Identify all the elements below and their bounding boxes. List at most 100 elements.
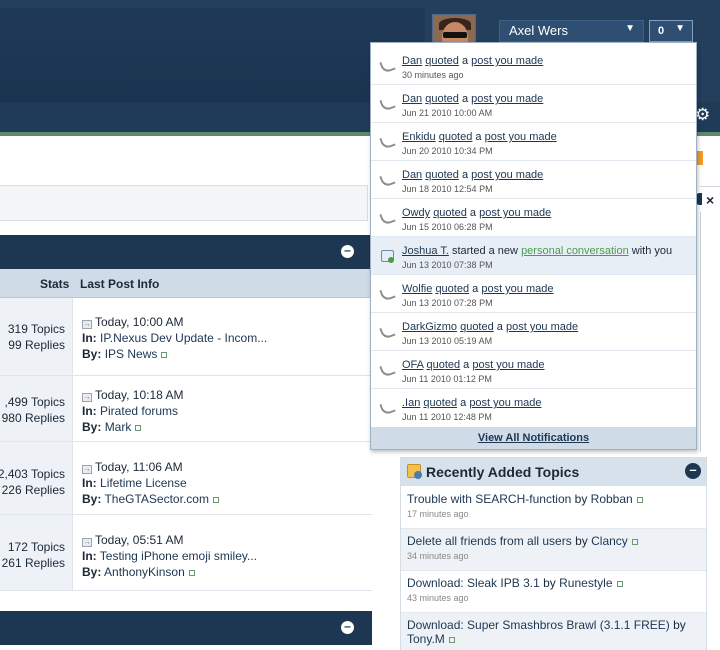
notification-object[interactable]: post you made: [471, 55, 543, 67]
last-post-topic[interactable]: IP.Nexus Dev Update - Incom...: [100, 331, 267, 345]
forum-row: 172 Topics 261 Replies → Today, 05:51 AM …: [0, 515, 372, 591]
gear-icon[interactable]: ⚙: [695, 105, 715, 125]
notification-object[interactable]: post you made: [506, 321, 578, 333]
arrow-right-icon[interactable]: →: [82, 393, 92, 402]
collapse-icon[interactable]: –: [341, 244, 354, 258]
notification-user[interactable]: DarkGizmo: [402, 321, 457, 333]
view-all-notifications-link[interactable]: View All Notifications: [371, 427, 696, 449]
topic-icon: [407, 464, 422, 479]
collapse-icon[interactable]: –: [341, 620, 354, 634]
recent-topic-user[interactable]: Tony.M: [407, 632, 445, 646]
in-label: In:: [82, 404, 97, 418]
last-post-user[interactable]: TheGTASector.com: [104, 492, 208, 506]
last-post-date[interactable]: Today, 10:00 AM: [95, 315, 184, 329]
notification-verb[interactable]: quoted: [439, 131, 473, 143]
notification-item[interactable]: .Ian quoted a post you made Jun 11 2010 …: [371, 389, 696, 427]
arrow-right-icon[interactable]: →: [82, 320, 92, 329]
recent-topic-user[interactable]: Runestyle: [559, 576, 612, 590]
last-post-user[interactable]: IPS News: [105, 347, 158, 361]
collapse-icon[interactable]: –: [685, 463, 701, 479]
replies-count: 261 Replies: [1, 556, 65, 570]
notification-user[interactable]: Dan: [402, 169, 422, 181]
recent-topic-title[interactable]: Download: Super Smashbros Brawl (3.1.1 F…: [407, 618, 670, 632]
external-link-icon[interactable]: [188, 570, 195, 576]
notification-user[interactable]: .Ian: [402, 397, 420, 409]
topics-count: 319 Topics: [7, 322, 65, 336]
notification-verb[interactable]: quoted: [433, 207, 467, 219]
notification-verb[interactable]: quoted: [423, 397, 457, 409]
notification-object[interactable]: post you made: [481, 283, 553, 295]
last-post-user[interactable]: AnthonyKinson: [104, 565, 185, 579]
in-label: In:: [82, 331, 97, 345]
last-post-date[interactable]: Today, 05:51 AM: [95, 533, 184, 547]
notification-verb: started a new: [451, 245, 518, 257]
notification-item[interactable]: Owdy quoted a post you made Jun 15 2010 …: [371, 199, 696, 237]
external-link-icon[interactable]: [448, 637, 455, 643]
notification-object[interactable]: post you made: [472, 359, 544, 371]
notification-user[interactable]: OFA: [402, 359, 423, 371]
notification-object[interactable]: personal conversation: [521, 245, 629, 257]
notification-user[interactable]: Wolfie: [402, 283, 432, 295]
notification-item[interactable]: Dan quoted a post you made Jun 21 2010 1…: [371, 85, 696, 123]
chevron-down-icon: ▼: [625, 23, 635, 34]
recent-topic-item: Download: Sleak IPB 3.1 by Runestyle 43 …: [401, 571, 706, 613]
external-link-icon[interactable]: [135, 425, 142, 431]
notification-object[interactable]: post you made: [485, 131, 557, 143]
notification-verb[interactable]: quoted: [425, 93, 459, 105]
notification-verb[interactable]: quoted: [425, 169, 459, 181]
notification-object[interactable]: post you made: [471, 93, 543, 105]
notification-user[interactable]: Owdy: [402, 207, 430, 219]
notification-verb[interactable]: quoted: [426, 359, 460, 371]
recent-topic-title[interactable]: Trouble with SEARCH-function: [407, 492, 571, 506]
external-link-icon[interactable]: [636, 497, 643, 503]
close-icon[interactable]: ×: [706, 192, 714, 208]
notification-user[interactable]: Enkidu: [402, 131, 436, 143]
last-post-user[interactable]: Mark: [105, 420, 132, 434]
notification-user[interactable]: Joshua T.: [402, 245, 449, 257]
recent-topic-user[interactable]: Clancy: [591, 534, 628, 548]
notification-verb[interactable]: quoted: [435, 283, 469, 295]
recent-topic-time: 17 minutes ago: [407, 509, 469, 519]
by-label: By:: [82, 420, 102, 434]
notification-time: Jun 11 2010 01:12 PM: [402, 374, 492, 384]
notification-item[interactable]: DarkGizmo quoted a post you made Jun 13 …: [371, 313, 696, 351]
recent-topic-user[interactable]: Robban: [591, 492, 633, 506]
in-label: In:: [82, 476, 97, 490]
notification-verb[interactable]: quoted: [425, 55, 459, 67]
notification-user[interactable]: Dan: [402, 55, 422, 67]
recent-topic-time: 43 minutes ago: [407, 593, 469, 603]
last-post-topic[interactable]: Testing iPhone emoji smiley...: [100, 549, 257, 563]
notification-joiner: a: [469, 283, 482, 295]
user-menu-button[interactable]: Axel Wers ▼: [499, 20, 644, 42]
last-post-info: → Today, 10:18 AM In: Pirated forums By: …: [82, 387, 368, 435]
external-link-icon[interactable]: [616, 581, 623, 587]
arrow-right-icon[interactable]: →: [82, 538, 92, 547]
notification-object[interactable]: post you made: [469, 397, 541, 409]
notification-item[interactable]: Wolfie quoted a post you made Jun 13 201…: [371, 275, 696, 313]
notifications-button[interactable]: 0 ▼: [649, 20, 693, 42]
notification-item[interactable]: Joshua T. started a new personal convers…: [371, 237, 696, 275]
last-post-date[interactable]: Today, 10:18 AM: [95, 388, 184, 402]
recent-topic-title[interactable]: Delete all friends from all users: [407, 534, 572, 548]
external-link-icon[interactable]: [212, 497, 219, 503]
recent-topic-title[interactable]: Download: Sleak IPB 3.1: [407, 576, 540, 590]
notification-verb[interactable]: quoted: [460, 321, 494, 333]
recent-topic-item: Delete all friends from all users by Cla…: [401, 529, 706, 571]
last-post-topic[interactable]: Pirated forums: [100, 404, 178, 418]
notification-object[interactable]: post you made: [479, 207, 551, 219]
notification-item[interactable]: OFA quoted a post you made Jun 11 2010 0…: [371, 351, 696, 389]
notification-item[interactable]: Dan quoted a post you made Jun 18 2010 1…: [371, 161, 696, 199]
last-post-topic[interactable]: Lifetime License: [100, 476, 187, 490]
notification-item[interactable]: Dan quoted a post you made 30 minutes ag…: [371, 47, 696, 85]
notification-item[interactable]: Enkidu quoted a post you made Jun 20 201…: [371, 123, 696, 161]
forum-page: Axel Wers ▼ 0 ▼ ⚙ – Stats Last Post Info…: [0, 0, 720, 650]
external-link-icon[interactable]: [631, 539, 638, 545]
arrow-right-icon[interactable]: →: [82, 465, 92, 474]
forum-stats: 172 Topics 261 Replies: [0, 515, 73, 590]
notification-user[interactable]: Dan: [402, 93, 422, 105]
last-post-date[interactable]: Today, 11:06 AM: [95, 460, 183, 474]
notification-object[interactable]: post you made: [471, 169, 543, 181]
conversation-icon: [381, 250, 394, 263]
notification-time: Jun 11 2010 12:48 PM: [402, 412, 492, 422]
external-link-icon[interactable]: [161, 352, 168, 358]
